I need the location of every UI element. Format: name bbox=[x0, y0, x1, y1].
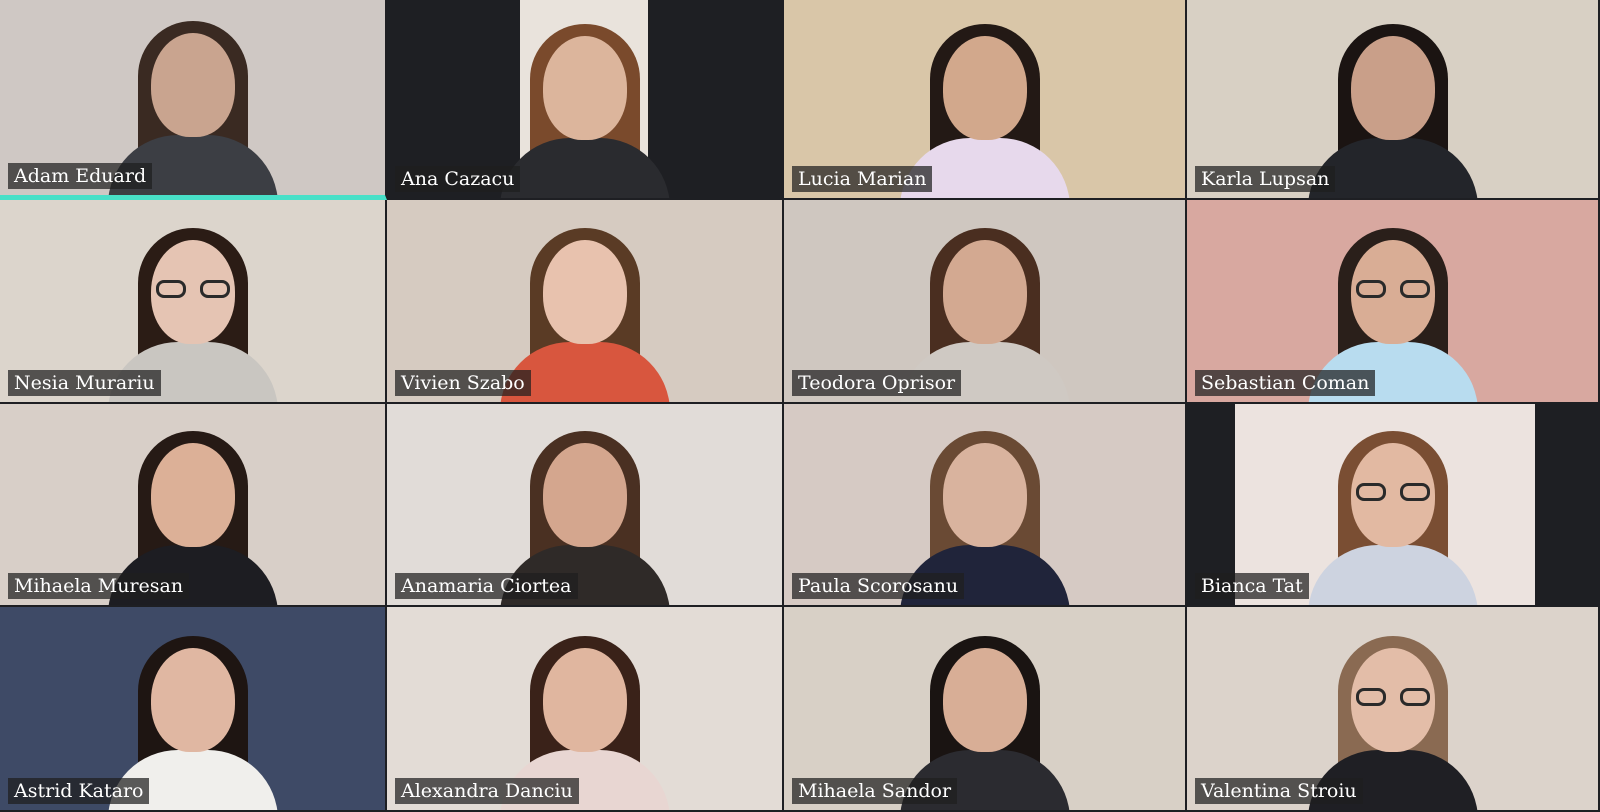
participant-shirt bbox=[499, 138, 670, 198]
participant-name: Lucia Marian bbox=[792, 166, 933, 192]
participant-face bbox=[942, 240, 1027, 344]
participant-face bbox=[942, 36, 1027, 140]
participant-tile[interactable]: Valentina Stroiu bbox=[1187, 607, 1600, 812]
participant-face bbox=[942, 443, 1027, 547]
participant-tile[interactable]: Bianca Tat bbox=[1187, 404, 1600, 607]
participant-face bbox=[150, 443, 235, 547]
glasses bbox=[1355, 483, 1430, 503]
participant-tile[interactable]: Alexandra Danciu bbox=[387, 607, 784, 812]
participant-name: Paula Scorosanu bbox=[792, 573, 965, 599]
participant-shirt bbox=[1307, 545, 1478, 605]
participant-tile[interactable]: Anamaria Ciortea bbox=[387, 404, 784, 607]
participant-tile[interactable]: Vivien Szabo bbox=[387, 200, 784, 404]
participant-tile[interactable]: Adam Eduard bbox=[0, 0, 387, 200]
participant-name: Mihaela Muresan bbox=[8, 573, 190, 599]
participant-name: Ana Cazacu bbox=[395, 166, 521, 192]
participant-name: Vivien Szabo bbox=[395, 370, 531, 396]
participant-name: Adam Eduard bbox=[8, 163, 153, 189]
video-gallery: Adam Eduard Ana Cazacu Lucia Marian Karla L… bbox=[0, 0, 1600, 812]
participant-face bbox=[150, 33, 235, 137]
participant-face bbox=[542, 240, 627, 344]
participant-tile[interactable]: Paula Scorosanu bbox=[784, 404, 1187, 607]
participant-tile[interactable]: Mihaela Sandor bbox=[784, 607, 1187, 812]
participant-face bbox=[542, 443, 627, 547]
participant-name: Teodora Oprisor bbox=[792, 370, 962, 396]
participant-name: Bianca Tat bbox=[1195, 573, 1309, 599]
participant-tile[interactable]: Karla Lupsan bbox=[1187, 0, 1600, 200]
participant-tile[interactable]: Nesia Murariu bbox=[0, 200, 387, 404]
participant-name: Sebastian Coman bbox=[1195, 370, 1376, 396]
participant-tile[interactable]: Teodora Oprisor bbox=[784, 200, 1187, 404]
participant-tile[interactable]: Astrid Kataro bbox=[0, 607, 387, 812]
participant-tile[interactable]: Sebastian Coman bbox=[1187, 200, 1600, 404]
participant-name: Mihaela Sandor bbox=[792, 778, 958, 804]
participant-face bbox=[942, 648, 1027, 752]
participant-tile[interactable]: Mihaela Muresan bbox=[0, 404, 387, 607]
participant-tile[interactable]: Lucia Marian bbox=[784, 0, 1187, 200]
glasses bbox=[1355, 280, 1430, 300]
glasses bbox=[1355, 688, 1430, 708]
participant-video bbox=[1307, 425, 1478, 605]
participant-face bbox=[542, 648, 627, 752]
participant-name: Astrid Kataro bbox=[8, 778, 150, 804]
participant-tile[interactable]: Ana Cazacu bbox=[387, 0, 784, 200]
participant-name: Alexandra Danciu bbox=[395, 778, 579, 804]
participant-video bbox=[499, 18, 670, 198]
participant-name: Valentina Stroiu bbox=[1195, 778, 1363, 804]
participant-face bbox=[542, 36, 627, 140]
participant-face bbox=[150, 648, 235, 752]
participant-name: Nesia Murariu bbox=[8, 370, 161, 396]
glasses bbox=[155, 280, 230, 300]
participant-name: Anamaria Ciortea bbox=[395, 573, 578, 599]
participant-name: Karla Lupsan bbox=[1195, 166, 1336, 192]
participant-face bbox=[1350, 36, 1435, 140]
